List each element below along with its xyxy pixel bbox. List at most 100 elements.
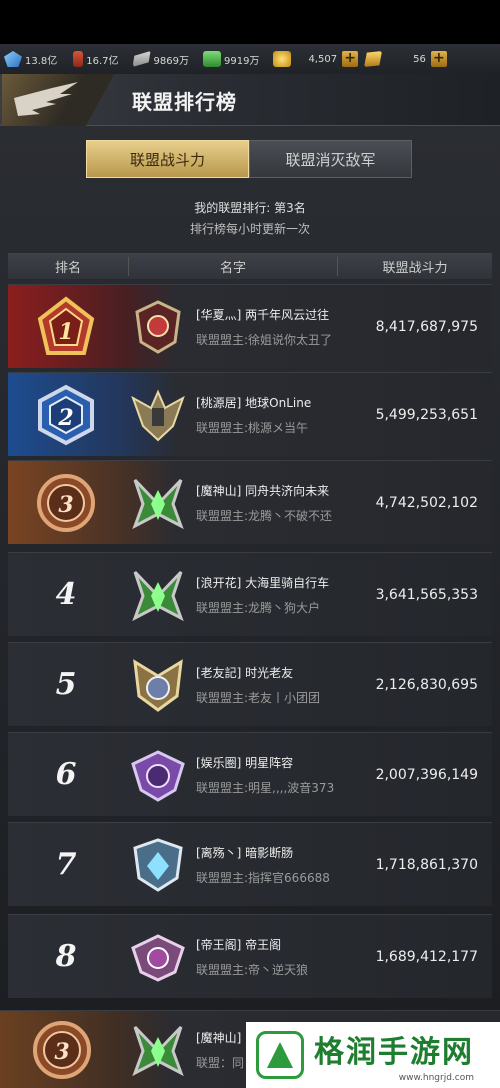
rank-number: 1 [58,319,73,345]
alliance-power: 2,007,396,149 [375,766,478,783]
alliance-name: [老友記] 时光老友 [196,665,294,680]
resource-oil: 16.7亿 [73,51,119,67]
silver-rank-badge-icon: 2 [38,384,94,445]
table-row[interactable]: 4 [浪开花] 大海里骑自行车 联盟盟主:龙腾丶狗大户 3,641,565,35… [8,552,492,636]
steel-icon [132,51,151,67]
coin-icon [273,51,292,67]
resource-cash-value: 9919万 [223,55,260,67]
alliance-flag-icon [128,925,188,989]
refresh-note: 排行榜每小时更新一次 [189,222,310,236]
rank-cell: 4 [8,553,124,637]
watermark-logo-icon [256,1031,304,1079]
diamond-icon [4,51,22,67]
alliance-leader: 联盟盟主:老友丨小团团 [196,690,321,705]
column-name: 名字 [128,256,338,276]
bronze-rank-badge-icon: 3 [33,1020,91,1079]
gold-rank-badge-icon: 1 [37,295,95,355]
alliance-flag-icon [128,563,188,627]
my-alliance-rank: 我的联盟排行: 第3名 [194,201,306,215]
table-row[interactable]: 5 [老友記] 时光老友 联盟盟主:老友丨小团团 2,126,830,695 [8,642,492,726]
bronze-rank-badge-icon: 3 [37,473,95,532]
add-gold-button[interactable]: + [430,51,447,67]
rank-cell: 3 [8,461,124,545]
alliance-leader: 联盟盟主:桃源メ当午 [196,420,309,435]
alliance-power: 8,417,687,975 [375,318,478,335]
rank-number: 3 [58,492,73,518]
alliance-power: 1,689,412,177 [375,948,478,965]
column-power: 联盟战斗力 [382,260,448,276]
eagle-icon [14,82,78,116]
alliance-name: [魔神山] 同舟共济向未来 [196,483,330,498]
resource-diamond-value: 13.8亿 [25,55,58,67]
alliance-leader: 联盟盟主:帝丶逆天狼 [196,962,309,977]
back-button[interactable] [2,74,114,126]
page-title: 联盟排行榜 [132,90,237,114]
rank-cell: 3 [0,1008,124,1088]
alliance-power: 2,126,830,695 [375,676,478,693]
alliance-power: 5,499,253,651 [375,406,478,423]
rank-number: 3 [54,1039,69,1065]
alliance-leader: 联盟盟主:指挥官666688 [196,870,330,885]
alliance-name: [浪开花] 大海里骑自行车 [196,575,330,590]
alliance-flag-icon [128,1018,188,1082]
table-header: 排名 名字 联盟战斗力 [8,253,492,279]
rank-cell: 8 [8,915,124,999]
resource-bar: 13.8亿 16.7亿 9869万 9919万 4,507 + 56 + [0,44,500,74]
resource-gold-value: 56 [413,53,426,65]
table-row[interactable]: 3 [魔神山] 同舟共济向未来 联盟盟主:龙腾丶不破不还 4,742,502,1… [8,460,492,544]
alliance-flag-icon [128,833,188,897]
alliance-flag-icon [128,653,188,717]
resource-cash: 9919万 [202,51,260,67]
alliance-name: [华夏灬] 两千年风云过往 [196,307,330,322]
resource-gold [364,51,385,67]
resource-coin [273,51,294,67]
rank-cell: 1 [8,285,124,369]
resource-steel-value: 9869万 [153,55,189,67]
alliance-name: [帝王阁] 帝王阁 [196,937,282,952]
resource-diamond: 13.8亿 [4,51,57,67]
alliance-power: 4,742,502,102 [375,494,478,511]
rank-number: 4 [55,577,77,612]
rank-number: 7 [55,847,77,882]
alliance-leader: 联盟盟主:明星,,,,波音373 [196,780,335,795]
status-area [0,0,500,44]
alliance-name: [娱乐圈] 明星阵容 [196,755,294,770]
resource-coin-value: 4,507 [308,53,338,65]
rank-number: 8 [55,939,77,974]
alliance-flag-icon [128,471,188,535]
table-row[interactable]: 7 [离殇丶] 暗影断肠 联盟盟主:指挥官666688 1,718,861,37… [8,822,492,906]
add-coin-button[interactable]: + [342,51,359,67]
alliance-flag-icon [128,743,188,807]
gold-bar-icon [364,51,383,67]
alliance-leader: 联盟盟主:龙腾丶不破不还 [196,508,333,523]
resource-gold-amount: 56 + [413,51,447,67]
alliance-power: 3,641,565,353 [375,586,478,603]
watermark-url: www.hngrjd.com [398,1073,474,1083]
cash-icon [202,51,221,67]
alliance-flag-icon [128,383,188,447]
oil-icon [73,51,84,67]
tab-bar: 联盟战斗力 联盟消灭敌军 [86,140,412,178]
resource-steel: 9869万 [132,51,189,67]
resource-oil-value: 16.7亿 [86,55,119,67]
tab-alliance-kills[interactable]: 联盟消灭敌军 [249,140,412,178]
alliance-name: [桃源居] 地球OnLine [196,395,312,410]
rank-cell: 7 [8,823,124,907]
table-row[interactable]: 6 [娱乐圈] 明星阵容 联盟盟主:明星,,,,波音373 2,007,396,… [8,732,492,816]
alliance-leader: 联盟盟主:徐姐说你太丑了 [196,332,333,347]
page-header: 联盟排行榜 [0,74,500,126]
column-rank: 排名 [54,260,81,276]
site-watermark: 格润手游网 www.hngrjd.com [246,1022,500,1088]
alliance-flag-icon [128,295,188,359]
alliance-name: [离殇丶] 暗影断肠 [196,845,294,860]
alliance-power: 1,718,861,370 [375,856,478,873]
watermark-text: 格润手游网 [314,1035,474,1070]
table-row[interactable]: 1 [华夏灬] 两千年风云过往 联盟盟主:徐姐说你太丑了 8,417,687,9… [8,284,492,368]
rank-cell: 5 [8,643,124,727]
rank-number: 2 [57,405,73,431]
tab-alliance-power[interactable]: 联盟战斗力 [86,140,249,178]
table-row[interactable]: 2 [桃源居] 地球OnLine 联盟盟主:桃源メ当午 5,499,253,65… [8,372,492,456]
rank-cell: 2 [8,373,124,457]
table-row[interactable]: 8 [帝王阁] 帝王阁 联盟盟主:帝丶逆天狼 1,689,412,177 [8,914,492,998]
rank-number: 5 [55,667,77,702]
